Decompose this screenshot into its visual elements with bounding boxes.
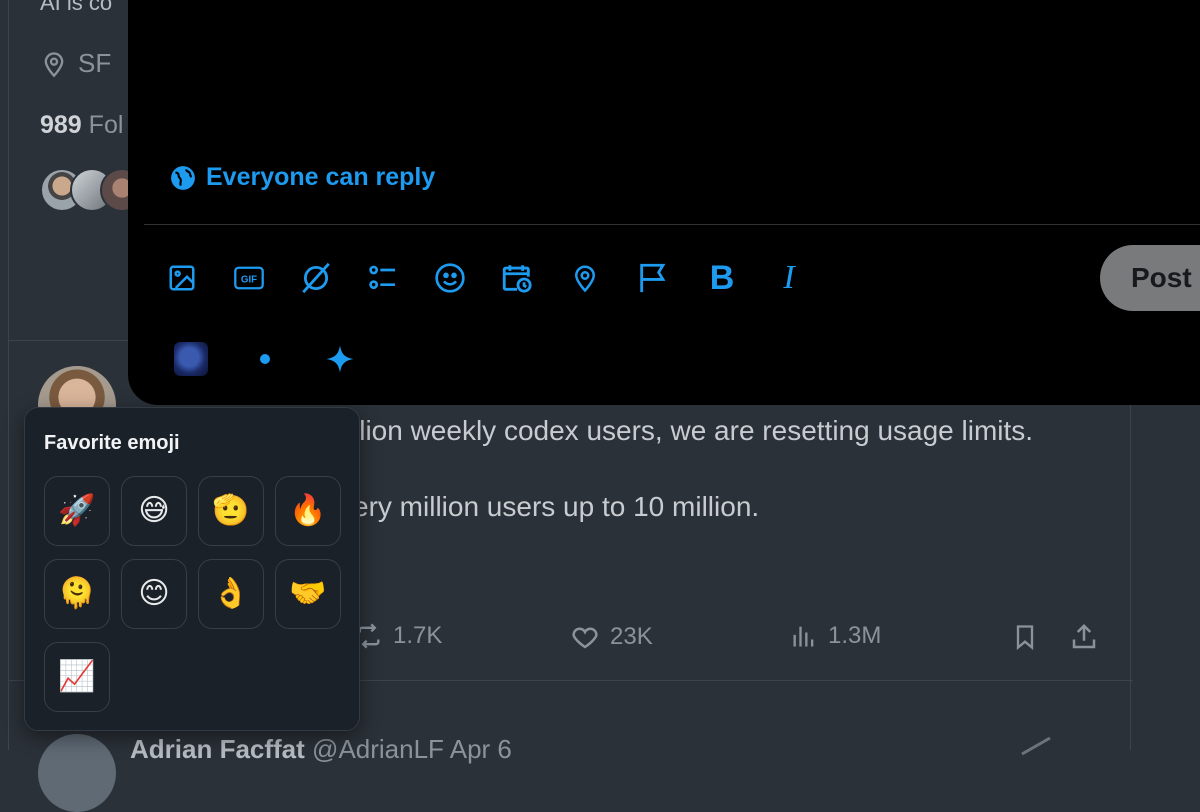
schedule-icon (502, 265, 532, 293)
reply-setting-label: Everyone can reply (206, 163, 436, 191)
emoji-option-fire[interactable]: 🔥 (275, 476, 341, 546)
favorite-emoji-popover: Favorite emoji 🚀 😅 🫡 🔥 🫠 😊 👌 🤝 📈 (24, 407, 360, 731)
emoji-option-ok-hand[interactable]: 👌 (198, 559, 264, 629)
post-composer: Everyone can reply GIF B I Post (128, 0, 1200, 405)
followed-by-avatars[interactable] (40, 168, 144, 212)
flag-icon (640, 263, 666, 293)
bookmark-button[interactable] (1011, 622, 1039, 652)
fire-icon: 🔥 (289, 493, 327, 528)
bison-icon[interactable] (174, 342, 208, 376)
gif-icon: GIF (234, 266, 264, 290)
gif-label: GIF (241, 275, 257, 286)
emoji-option-handshake[interactable]: 🤝 (275, 559, 341, 629)
divider (144, 224, 1200, 225)
melting-face-icon: 🫠 (58, 576, 96, 611)
bold-icon: B (709, 258, 735, 297)
like-count: 23K (610, 623, 653, 650)
ok-hand-icon: 👌 (212, 576, 250, 611)
gif-button[interactable]: GIF (225, 254, 273, 302)
composer-toolbar: GIF B I (128, 254, 1200, 304)
views-button[interactable]: 1.3M (790, 622, 881, 650)
views-count: 1.3M (828, 622, 882, 649)
repost-count: 1.7K (393, 622, 443, 649)
emoji-option-rocket[interactable]: 🚀 (44, 476, 110, 546)
grok-icon[interactable] (1018, 736, 1054, 756)
column-border (1130, 400, 1131, 750)
poll-button[interactable] (359, 254, 407, 302)
poll-icon (369, 265, 395, 290)
like-button[interactable]: 23K (570, 622, 653, 652)
chart-up-icon: 📈 (58, 659, 96, 694)
schedule-button[interactable] (493, 254, 541, 302)
grok-button[interactable] (292, 254, 340, 302)
bookmark-icon (1016, 625, 1034, 650)
composer-extras (128, 338, 528, 382)
followers-count: 989 (40, 111, 82, 139)
location-button[interactable] (561, 254, 609, 302)
location-icon (574, 265, 596, 293)
emoji-option-melting-face[interactable]: 🫠 (44, 559, 110, 629)
popover-title: Favorite emoji (44, 432, 180, 454)
sweat-smile-icon: 😅 (138, 493, 170, 528)
progress-dot (260, 354, 270, 364)
image-icon (169, 265, 195, 291)
emoji-option-chart-up[interactable]: 📈 (44, 642, 110, 712)
followers-stat[interactable]: 989 Fol (40, 111, 123, 140)
rocket-icon: 🚀 (58, 493, 96, 528)
share-icon (1072, 623, 1096, 649)
repost-button[interactable]: 1.7K (355, 622, 442, 650)
italic-icon: I (783, 259, 795, 296)
handshake-icon: 🤝 (289, 576, 327, 611)
post-button[interactable]: Post (1100, 245, 1200, 311)
flag-button[interactable] (629, 254, 677, 302)
emoji-option-salute[interactable]: 🫡 (198, 476, 264, 546)
followers-label: Fol (88, 111, 124, 139)
post-text-line: ery million users up to 10 million. (353, 491, 760, 522)
location-icon (44, 51, 64, 77)
smile-icon: 😊 (138, 576, 170, 611)
author-handle: @AdrianLF (312, 734, 444, 764)
emoji-icon (435, 263, 465, 293)
emoji-option-sweat-smile[interactable]: 😅 (121, 476, 187, 546)
heart-icon (572, 627, 598, 649)
share-button[interactable] (1069, 622, 1099, 652)
profile-bio: AI is co (40, 0, 113, 15)
grok-icon (302, 262, 330, 294)
location-text: SF (78, 48, 112, 78)
reply-setting-button[interactable]: Everyone can reply (170, 163, 435, 192)
author-name: Adrian Facffat (130, 734, 305, 764)
avatar[interactable] (38, 734, 116, 812)
emoji-option-smile[interactable]: 😊 (121, 559, 187, 629)
bold-button[interactable]: B (698, 254, 746, 302)
media-button[interactable] (158, 254, 206, 302)
post-date: Apr 6 (449, 734, 512, 764)
profile-location: SF (40, 48, 111, 79)
emoji-button[interactable] (426, 254, 474, 302)
salute-icon: 🫡 (212, 493, 250, 528)
globe-icon (171, 165, 195, 190)
analytics-icon (793, 626, 814, 647)
sparkle-icon[interactable] (325, 344, 355, 374)
post-text-line: llion weekly codex users, we are resetti… (353, 415, 1034, 446)
italic-button[interactable]: I (765, 254, 813, 302)
